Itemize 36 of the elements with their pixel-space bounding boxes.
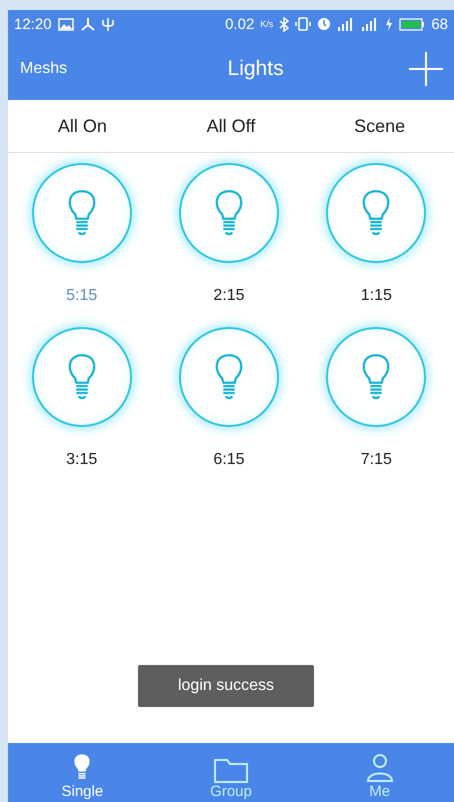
meshs-link[interactable]: Meshs bbox=[20, 60, 68, 78]
toast-message: login success bbox=[138, 665, 314, 707]
tab[interactable]: Group bbox=[156, 743, 306, 802]
share-icon bbox=[80, 17, 96, 31]
alarm-icon bbox=[317, 17, 332, 31]
add-icon[interactable] bbox=[408, 51, 444, 87]
person-icon bbox=[366, 753, 394, 783]
light-button[interactable] bbox=[32, 327, 132, 427]
light-button[interactable] bbox=[326, 327, 426, 427]
light-button[interactable] bbox=[178, 327, 279, 427]
action-button[interactable]: Scene bbox=[305, 116, 454, 136]
action-button[interactable]: All On bbox=[8, 116, 157, 136]
battery-icon bbox=[399, 18, 426, 30]
status-time: 12:20 bbox=[14, 16, 52, 32]
light-label: 5:15 bbox=[66, 287, 98, 306]
light-label: 1:15 bbox=[360, 287, 392, 306]
charging-icon bbox=[385, 17, 394, 31]
light-button[interactable] bbox=[32, 163, 132, 263]
tab[interactable]: Me bbox=[305, 743, 454, 802]
light-button[interactable] bbox=[326, 163, 426, 263]
speed-unit: K/s bbox=[260, 19, 274, 29]
bluetooth-icon bbox=[279, 16, 290, 32]
light-button[interactable] bbox=[178, 163, 279, 263]
light-label: 2:15 bbox=[213, 287, 245, 306]
page-title: Lights bbox=[228, 57, 284, 81]
network-speed: 0.02 bbox=[225, 16, 254, 32]
light-label: 7:15 bbox=[360, 451, 392, 470]
light-label: 3:15 bbox=[66, 451, 98, 470]
action-button[interactable]: All Off bbox=[156, 116, 306, 136]
image-icon bbox=[58, 18, 74, 30]
vibrate-icon bbox=[295, 17, 312, 31]
folder-icon bbox=[214, 757, 248, 783]
usb-icon bbox=[102, 16, 114, 32]
tab[interactable]: Single bbox=[8, 743, 157, 802]
light-label: 6:15 bbox=[213, 451, 245, 470]
battery-percent: 68 bbox=[431, 16, 448, 32]
